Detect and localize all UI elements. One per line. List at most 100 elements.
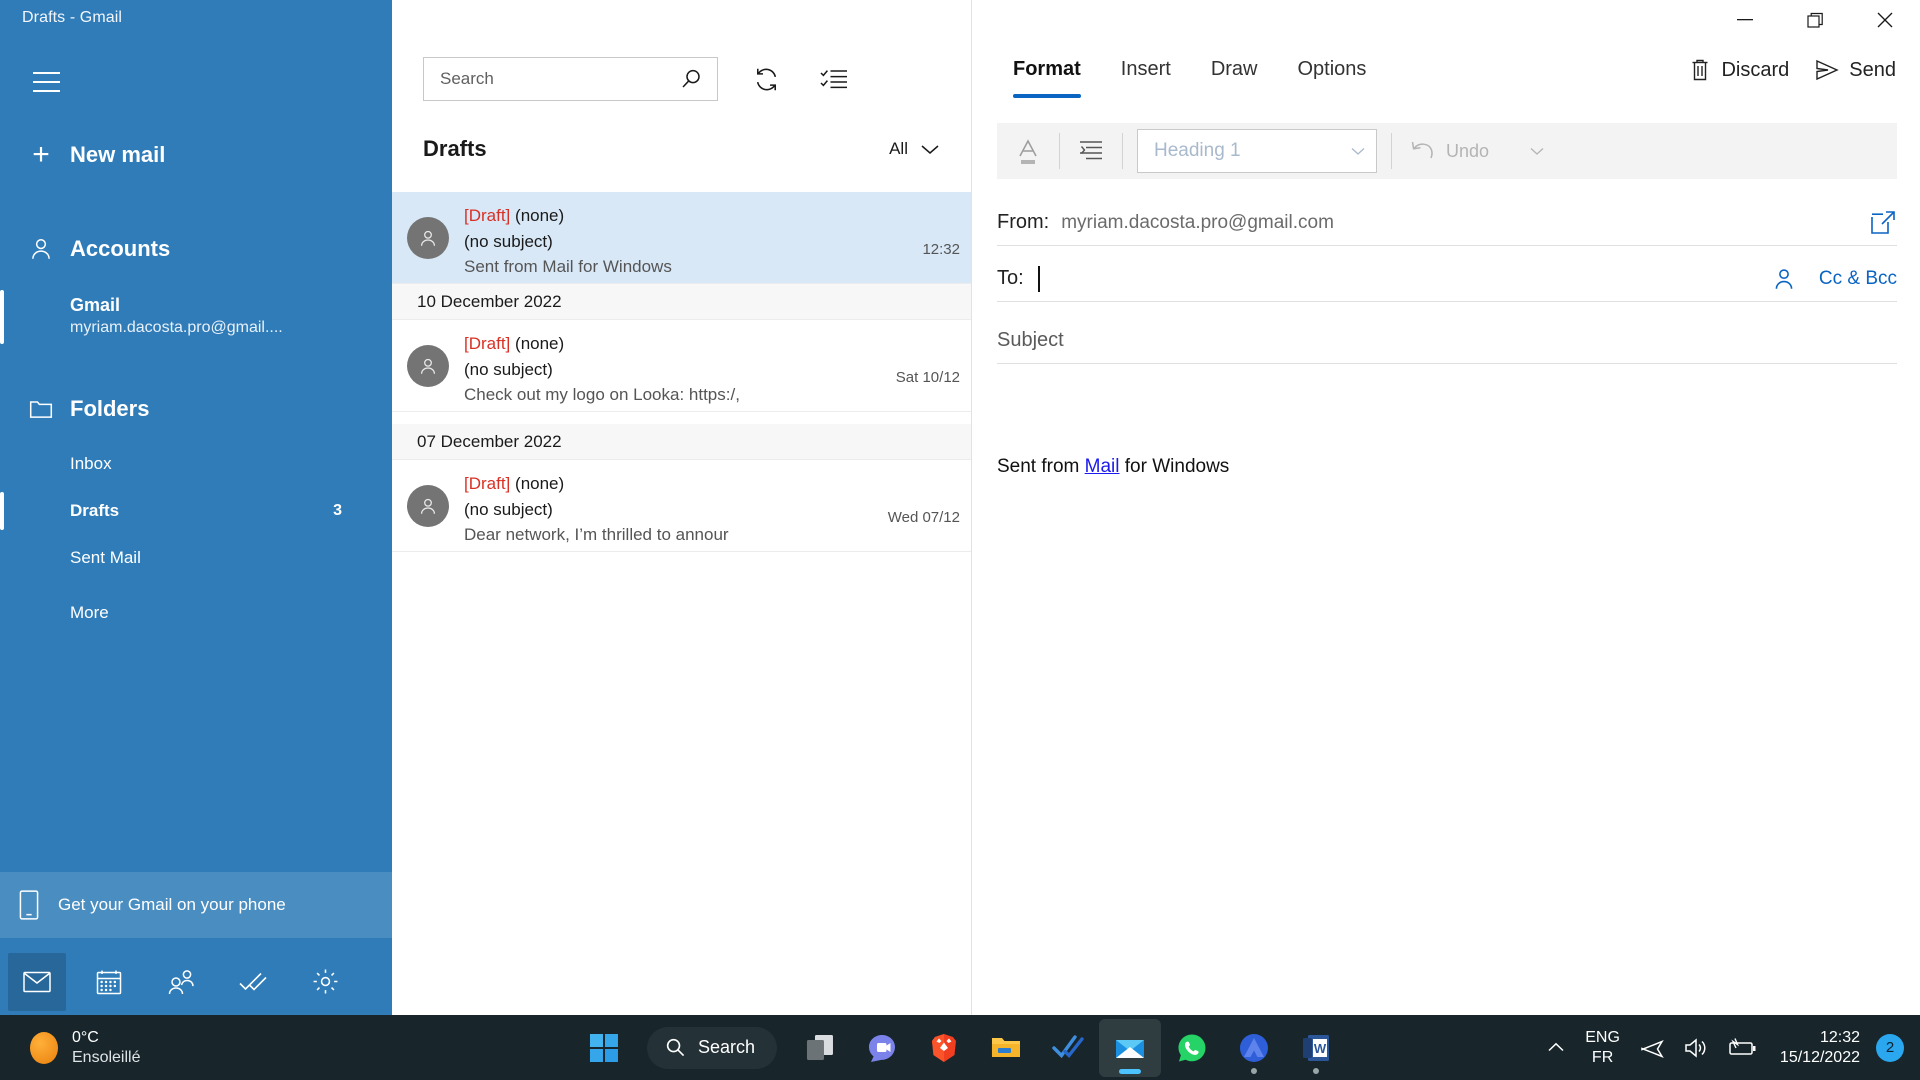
language-indicator[interactable]: ENG FR <box>1575 1028 1630 1066</box>
message-subject: (no subject) <box>464 231 553 251</box>
explorer-glyph <box>992 1037 1021 1057</box>
folder-count: 3 <box>333 502 342 519</box>
from-label: From: <box>997 211 1050 233</box>
window-title: Drafts - Gmail <box>22 9 123 26</box>
running-indicator <box>1251 1067 1258 1074</box>
task-view-icon[interactable] <box>789 1019 851 1077</box>
select-mode-icon[interactable] <box>809 56 859 102</box>
message-list-item[interactable]: [Draft] (none) (no subject) Check out my… <box>392 320 971 412</box>
sidebar-account-gmail[interactable]: Gmail myriam.dacosta.pro@gmail.... <box>12 285 382 347</box>
message-list-item[interactable]: [Draft] (none) (no subject) Sent from Ma… <box>392 192 971 284</box>
minimize-icon[interactable] <box>1710 0 1780 40</box>
account-name: Gmail <box>70 295 121 316</box>
body-text-after: for Windows <box>1119 456 1230 477</box>
get-gmail-on-phone-banner[interactable]: Get your Gmail on your phone <box>0 872 392 938</box>
system-tray: ENG FR 12:32 15/12/2022 2 <box>1537 1015 1920 1080</box>
people-icon[interactable] <box>152 953 210 1011</box>
restore-icon[interactable] <box>1780 0 1850 40</box>
mail-glyph <box>1116 1039 1145 1058</box>
font-color-icon[interactable] <box>997 129 1059 173</box>
sidebar-item-more[interactable]: More <box>12 590 382 636</box>
folders-header[interactable]: Folders <box>12 385 382 433</box>
discard-button[interactable]: Discard <box>1689 58 1789 82</box>
search-icon[interactable] <box>673 61 709 97</box>
from-value[interactable]: myriam.dacosta.pro@gmail.com <box>1061 212 1334 234</box>
nordvpn-icon[interactable] <box>1223 1019 1285 1077</box>
compose-body[interactable]: Sent from Mail for Windows <box>997 456 1897 478</box>
refresh-icon[interactable] <box>741 56 791 102</box>
battery-charging-icon[interactable] <box>1718 1022 1766 1074</box>
mail-link[interactable]: Mail <box>1085 456 1120 477</box>
list-title: Drafts <box>423 136 487 161</box>
windows-start-icon[interactable] <box>573 1019 635 1077</box>
tab-options[interactable]: Options <box>1298 58 1367 102</box>
filter-label: All <box>889 139 908 158</box>
hamburger-icon[interactable] <box>22 62 70 102</box>
discard-label: Discard <box>1721 58 1790 81</box>
brave-browser-icon[interactable] <box>913 1019 975 1077</box>
tab-draw[interactable]: Draw <box>1211 58 1258 102</box>
tab-insert[interactable]: Insert <box>1121 58 1171 102</box>
to-row[interactable]: To: Cc & Bcc <box>997 256 1897 302</box>
mail-icon[interactable] <box>8 952 66 1011</box>
tasks-icon[interactable] <box>224 953 282 1011</box>
send-button[interactable]: Send <box>1815 59 1896 82</box>
avatar <box>392 192 464 283</box>
sidebar-item-inbox[interactable]: Inbox <box>12 441 382 487</box>
sun-icon <box>30 1031 58 1064</box>
sidebar-item-sent-mail[interactable]: Sent Mail <box>12 535 382 581</box>
calendar-icon[interactable] <box>80 953 138 1011</box>
date-group-label: 10 December 2022 <box>417 291 562 311</box>
todo-icon[interactable] <box>1037 1019 1099 1077</box>
cc-bcc-button[interactable]: Cc & Bcc <box>1819 268 1897 290</box>
start-logo <box>589 1033 618 1062</box>
airplane-mode-icon[interactable] <box>1630 1022 1674 1074</box>
chevron-down-icon[interactable] <box>1529 146 1545 156</box>
subject-input[interactable]: Subject <box>997 329 1064 352</box>
show-hidden-icons-icon[interactable] <box>1537 1022 1575 1074</box>
new-mail-button[interactable]: + New mail <box>12 130 382 180</box>
clock-time: 12:32 <box>1819 1028 1860 1046</box>
avatar <box>392 320 464 411</box>
undo-button[interactable]: Undo <box>1410 139 1545 163</box>
notification-badge[interactable]: 2 <box>1876 1033 1904 1062</box>
taskbar-search-button[interactable]: Search <box>646 1026 778 1069</box>
drafts-selection-indicator <box>0 492 4 530</box>
filter-dropdown[interactable]: All <box>889 139 940 159</box>
whatsapp-icon[interactable] <box>1161 1019 1223 1077</box>
hamburger-line <box>32 81 60 83</box>
weather-temperature: 0°C <box>72 1028 99 1046</box>
file-explorer-icon[interactable] <box>975 1019 1037 1077</box>
chevron-down-icon <box>1351 148 1365 155</box>
task-view-glyph <box>807 1034 834 1060</box>
message-subject: (no subject) <box>464 499 553 519</box>
format-ribbon: Heading 1 Undo <box>997 123 1897 179</box>
heading-style-dropdown[interactable]: Heading 1 <box>1137 129 1377 173</box>
microsoft-teams-icon[interactable] <box>851 1019 913 1077</box>
ribbon-separator <box>1122 133 1123 169</box>
mail-app-icon[interactable] <box>1099 1018 1162 1077</box>
plus-icon: + <box>32 138 50 171</box>
taskbar-clock[interactable]: 12:32 15/12/2022 <box>1766 1028 1872 1068</box>
tab-format[interactable]: Format <box>1013 58 1081 102</box>
chevron-down-icon <box>921 144 939 154</box>
mail-app-window: Drafts - Gmail + New mail Accounts Gmail… <box>0 0 1920 1080</box>
close-icon[interactable] <box>1850 0 1920 40</box>
message-sender-line: [Draft] (none) <box>464 203 864 229</box>
message-list-item[interactable]: [Draft] (none) (no subject) Dear network… <box>392 460 971 552</box>
weather-widget[interactable]: 0°C Ensoleillé <box>30 1028 140 1068</box>
person-icon <box>12 236 70 262</box>
subject-row[interactable]: Subject <box>997 318 1897 364</box>
sidebar-bottom-bar <box>0 948 392 1015</box>
pop-out-icon[interactable] <box>1869 210 1897 236</box>
search-placeholder: Search <box>440 69 494 88</box>
word-icon[interactable]: W <box>1285 1019 1347 1077</box>
accounts-header[interactable]: Accounts <box>12 225 382 273</box>
volume-icon[interactable] <box>1674 1022 1718 1074</box>
person-picker-icon[interactable] <box>1771 266 1797 292</box>
sidebar-item-drafts[interactable]: Drafts 3 <box>12 488 382 534</box>
search-input[interactable]: Search <box>423 57 718 101</box>
settings-icon[interactable] <box>296 953 354 1011</box>
paragraph-icon[interactable] <box>1060 129 1122 173</box>
hamburger-line <box>32 72 60 74</box>
